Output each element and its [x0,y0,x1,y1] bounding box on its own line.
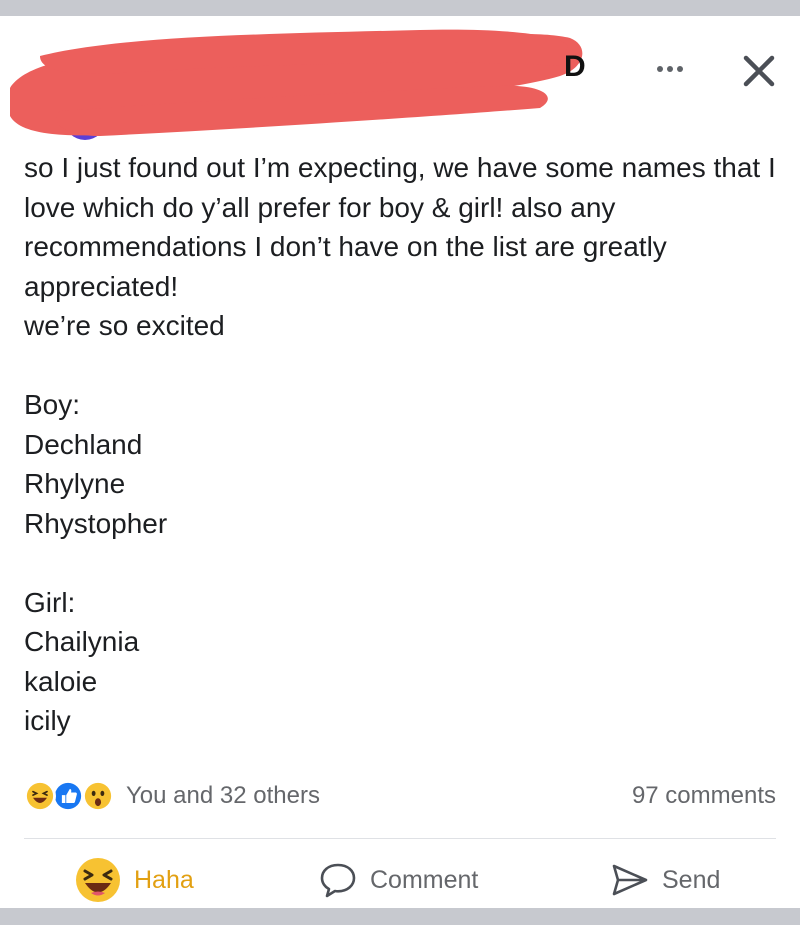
comments-count-link[interactable]: 97 comments [632,782,776,810]
comment-button[interactable]: Comment [318,850,478,910]
post-card: D so I just found out I’m expecting, we … [0,16,800,908]
author-name-fragment[interactable]: D [564,50,586,84]
close-icon[interactable] [738,50,780,92]
wow-icon [82,780,114,812]
comment-label: Comment [370,865,479,894]
redaction-scribble [10,29,583,136]
like-icon [52,780,84,812]
divider [24,838,776,839]
send-button[interactable]: Send [610,850,720,910]
reactions-summary-row[interactable]: You and 32 others 97 comments [24,776,776,816]
post-action-bar: Haha Comment Send [0,850,800,910]
send-label: Send [662,865,721,894]
reactions-summary-text[interactable]: You and 32 others [126,782,320,810]
haha-icon [76,858,120,902]
comment-icon [320,863,356,898]
haha-icon [24,780,56,812]
post-body-text: so I just found out I’m expecting, we ha… [24,152,776,736]
bottom-bar [0,908,800,925]
post-header: D [0,16,800,140]
haha-reaction-button[interactable]: Haha [74,850,194,910]
send-icon [612,864,648,896]
more-options-icon[interactable] [650,54,690,84]
haha-label: Haha [134,865,194,894]
reaction-icons[interactable] [24,780,124,812]
